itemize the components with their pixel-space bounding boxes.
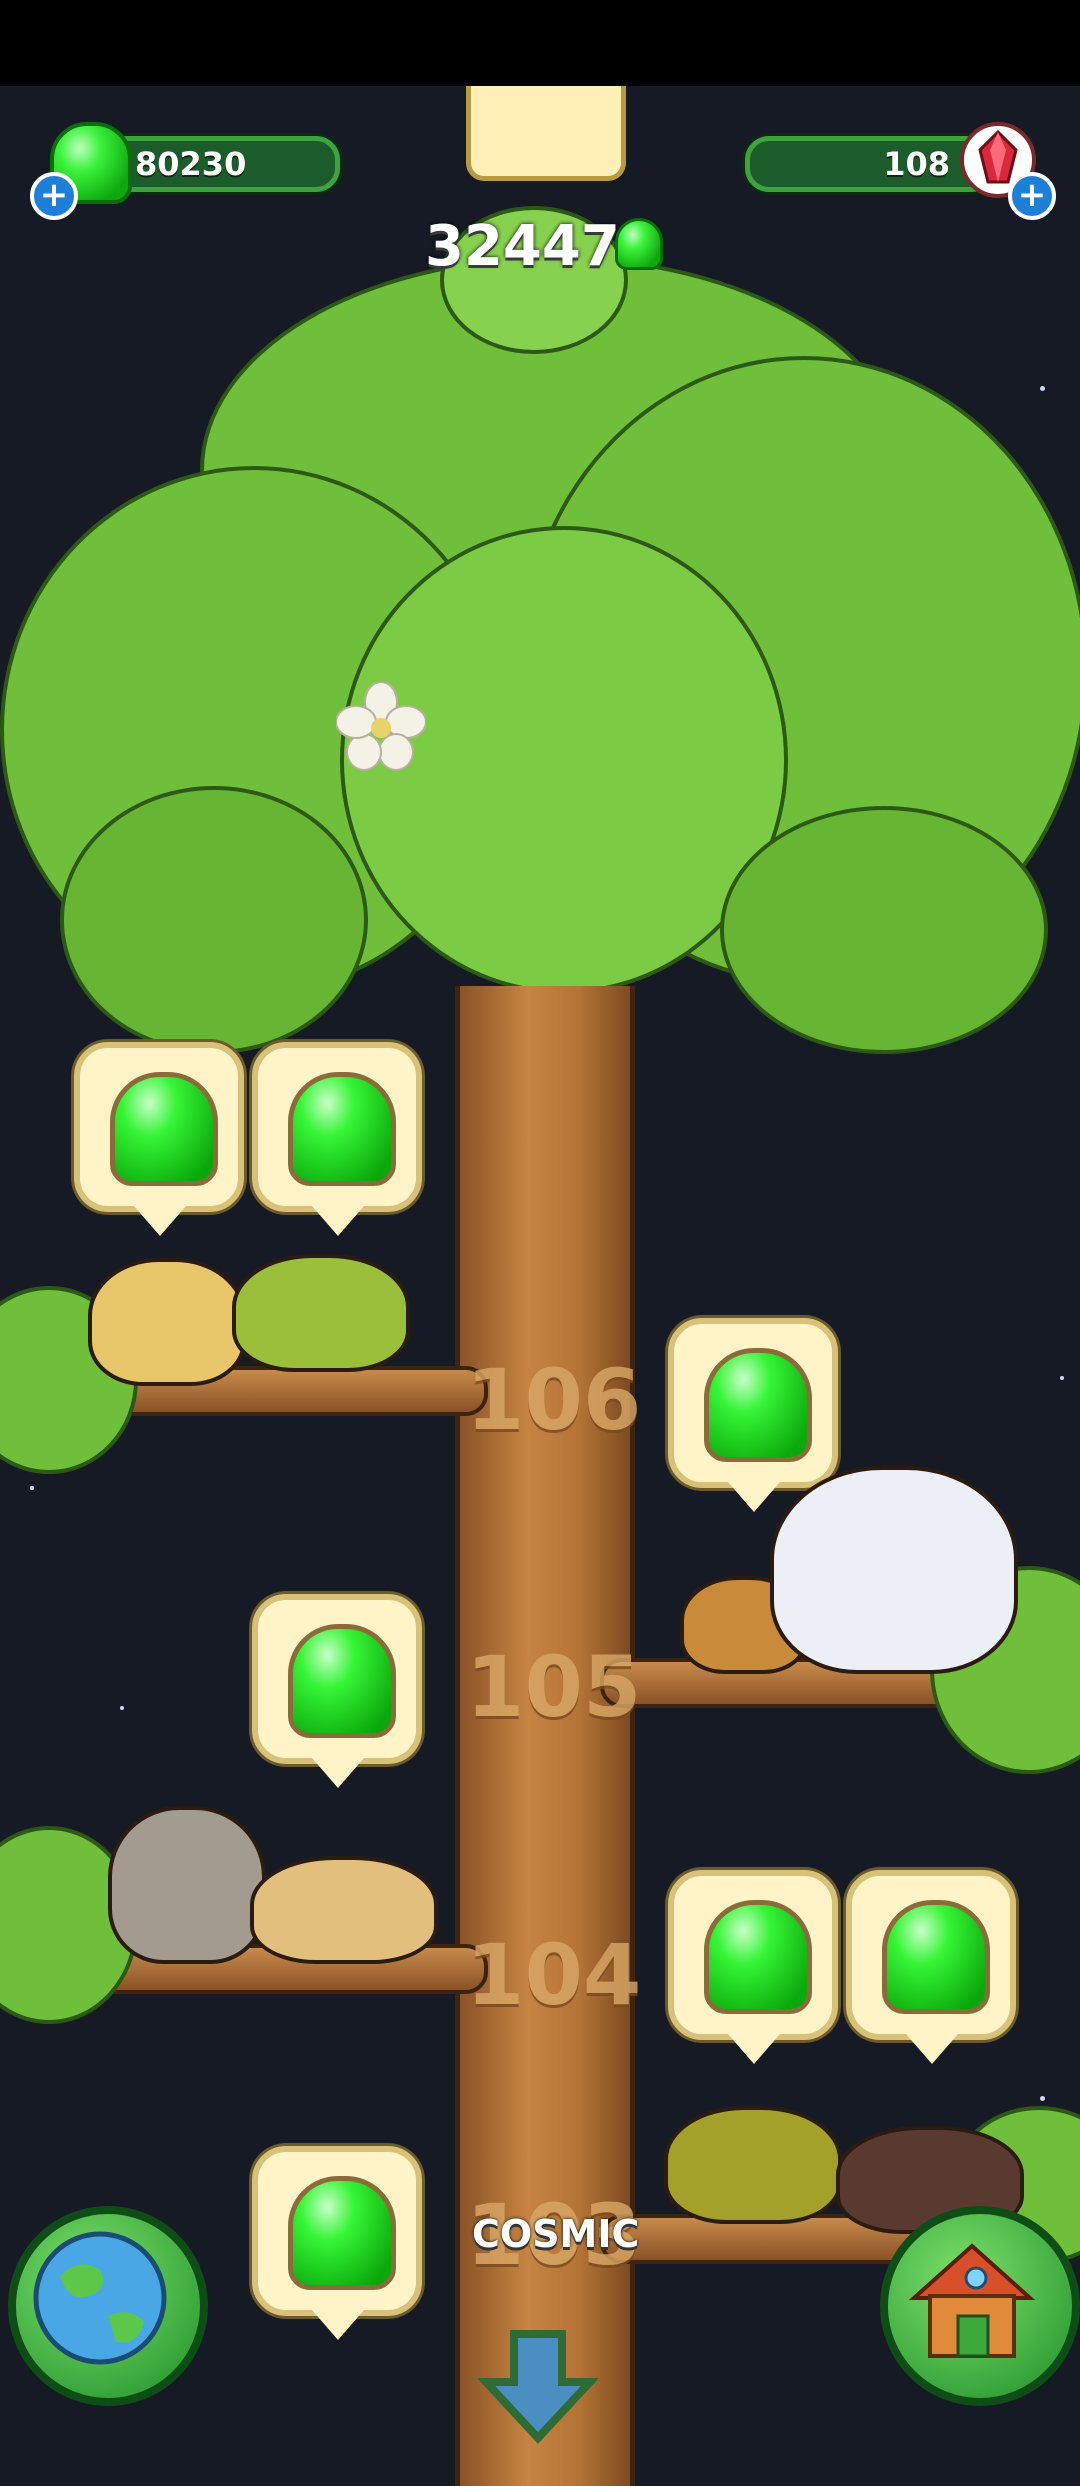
jelly-bubble[interactable]	[668, 1318, 838, 1512]
green-jelly-icon	[704, 1348, 812, 1462]
jelly-bubble[interactable]	[668, 1870, 838, 2064]
jelly-bubble[interactable]	[74, 1042, 244, 1236]
add-jelly-button[interactable]: +	[30, 172, 78, 220]
flower-icon	[336, 682, 426, 771]
lynx-creature[interactable]	[250, 1856, 438, 1964]
green-jelly-icon	[882, 1900, 990, 2014]
house-button[interactable]	[880, 2206, 1080, 2406]
level-number-104: 104	[466, 1926, 642, 2024]
grasshopper-creature[interactable]	[232, 1254, 410, 1372]
level-number-106: 106	[466, 1351, 642, 1449]
globe-icon	[33, 2231, 167, 2365]
jelly-counter-value: 80230	[135, 145, 247, 183]
jelly-bubble[interactable]	[252, 1594, 422, 1788]
white-tiger-creature[interactable]	[770, 1466, 1018, 1674]
jelly-bubble[interactable]	[846, 1870, 1016, 2064]
jelly-bubble[interactable]	[252, 1042, 422, 1236]
floor-label: COSMIC	[472, 2212, 640, 2256]
lion-creature[interactable]	[88, 1258, 246, 1386]
level-number-105: 105	[466, 1638, 642, 1736]
snake-creature[interactable]	[664, 2106, 842, 2224]
gem-counter-value: 108	[883, 145, 950, 183]
green-jelly-icon	[288, 2176, 396, 2290]
green-jelly-icon	[110, 1072, 218, 1186]
house-icon	[908, 2243, 1036, 2358]
green-jelly-icon	[704, 1900, 812, 2014]
monkey-creature[interactable]	[108, 1806, 266, 1964]
green-jelly-icon	[288, 1624, 396, 1738]
game-scene: 106 105 104 103 80230 + 108 + 324475 COS…	[0, 86, 1080, 2486]
status-bar	[0, 0, 1080, 86]
jelly-bubble[interactable]	[252, 2146, 422, 2340]
top-banner	[466, 86, 626, 181]
add-gem-button[interactable]: +	[1008, 172, 1056, 220]
green-jelly-icon	[615, 218, 663, 270]
down-arrow-icon[interactable]	[478, 2326, 598, 2446]
globe-button[interactable]	[8, 2206, 208, 2406]
green-jelly-icon	[288, 1072, 396, 1186]
